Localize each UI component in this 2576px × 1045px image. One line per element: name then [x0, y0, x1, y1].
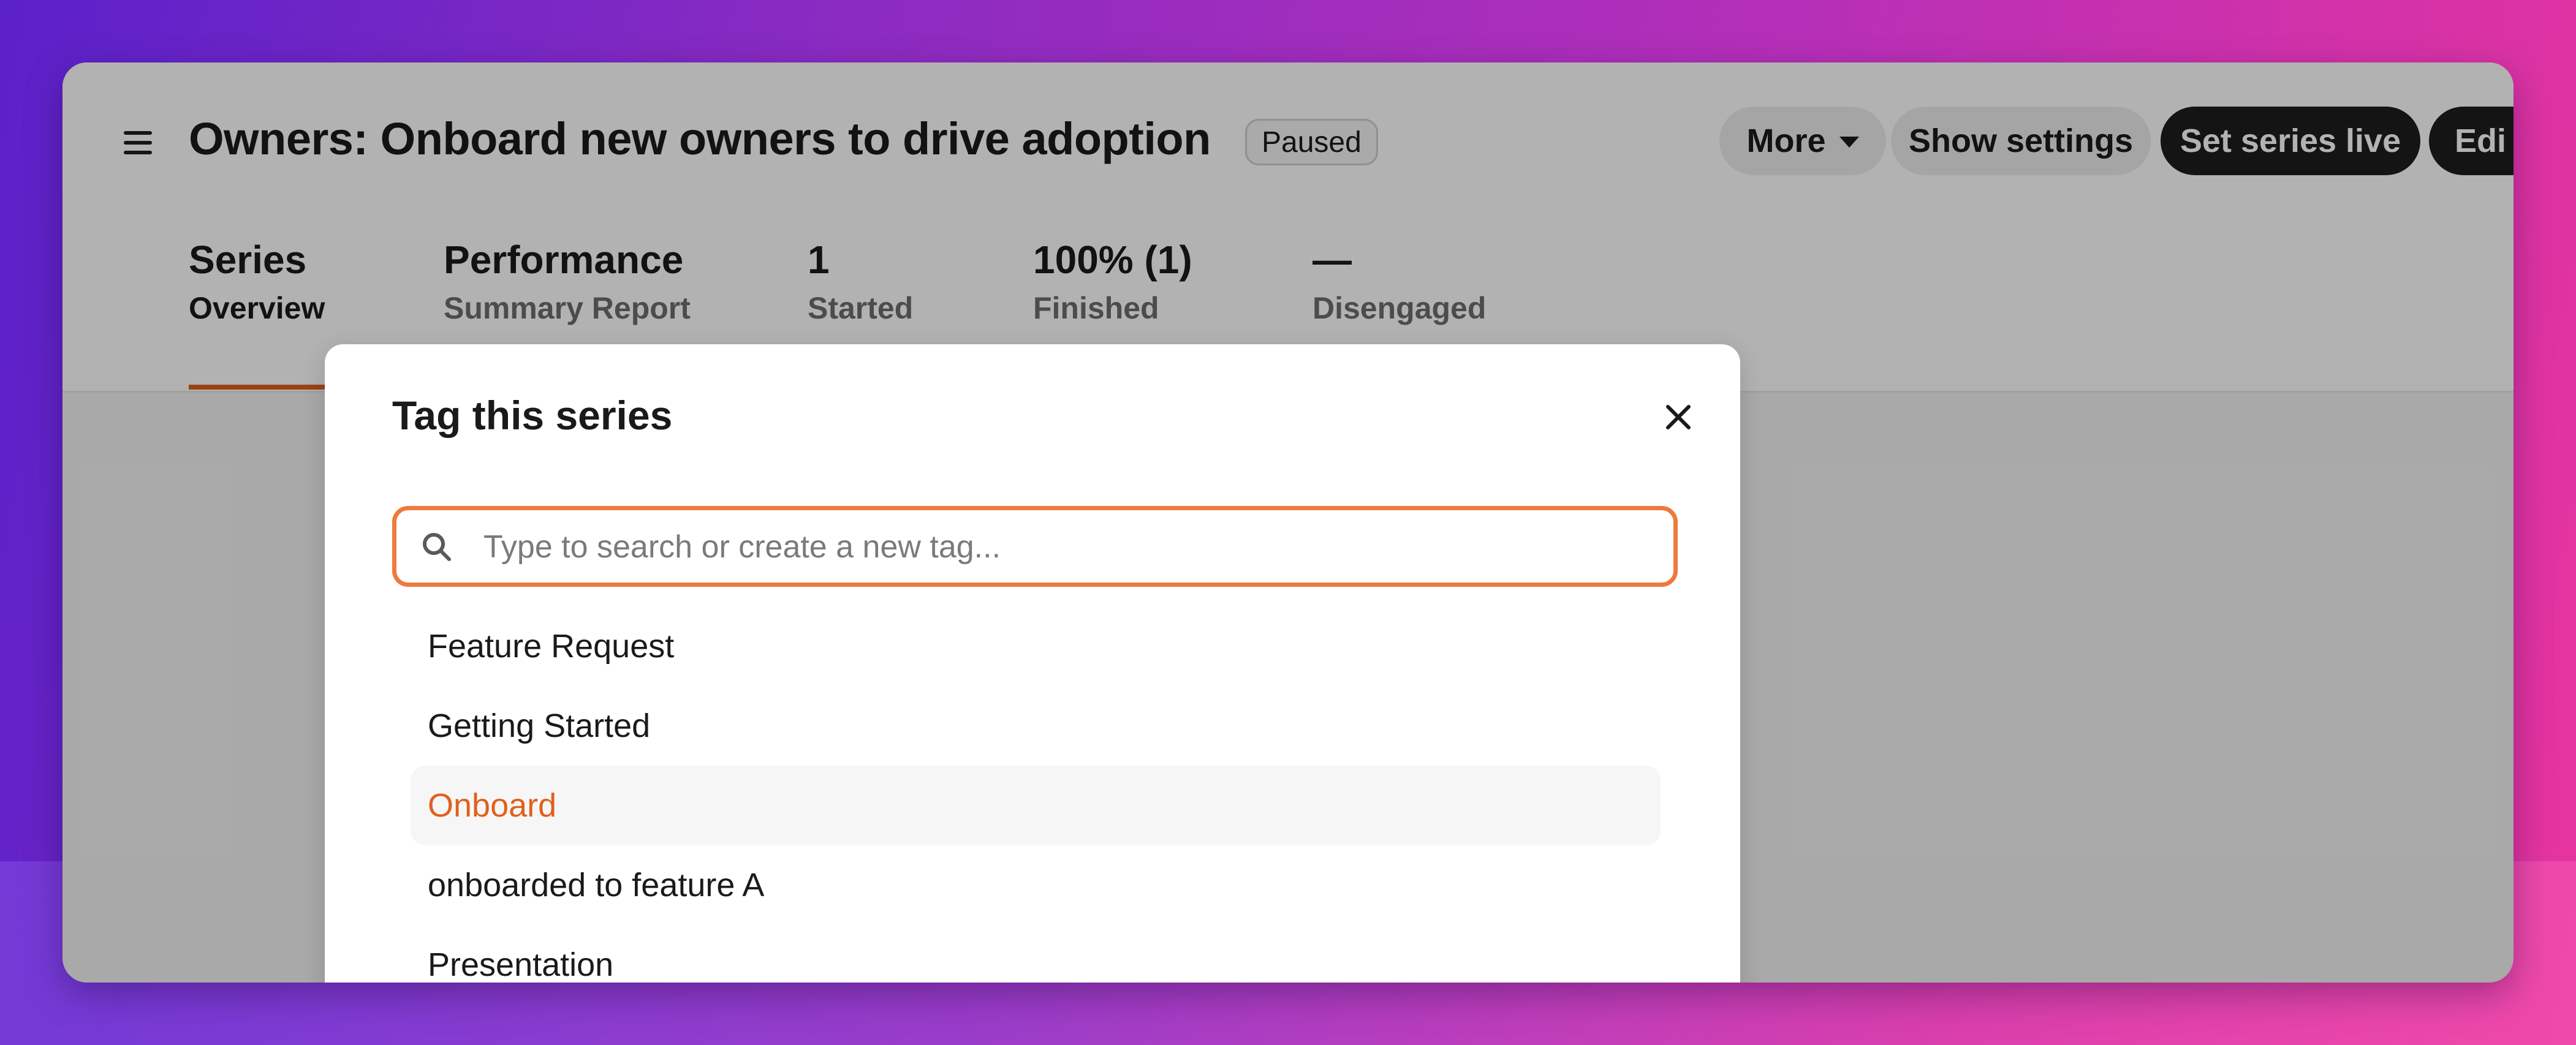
tag-option[interactable]: Getting Started	[411, 686, 1661, 766]
app-window: Owners: Onboard new owners to drive adop…	[63, 62, 2513, 983]
tag-option[interactable]: onboarded to feature A	[411, 845, 1661, 925]
tag-list: Feature Request Getting Started Onboard …	[411, 606, 1661, 983]
tag-search-box	[392, 506, 1678, 587]
tag-series-modal: Tag this series Feature Request Getting …	[325, 344, 1740, 983]
tag-option-highlighted[interactable]: Onboard	[411, 766, 1661, 845]
tag-option[interactable]: Feature Request	[411, 606, 1661, 686]
tag-option[interactable]: Presentation	[411, 925, 1661, 983]
close-icon[interactable]	[1662, 401, 1695, 434]
modal-title: Tag this series	[392, 393, 673, 438]
search-icon	[421, 531, 453, 563]
tag-search-input[interactable]	[482, 521, 1649, 573]
